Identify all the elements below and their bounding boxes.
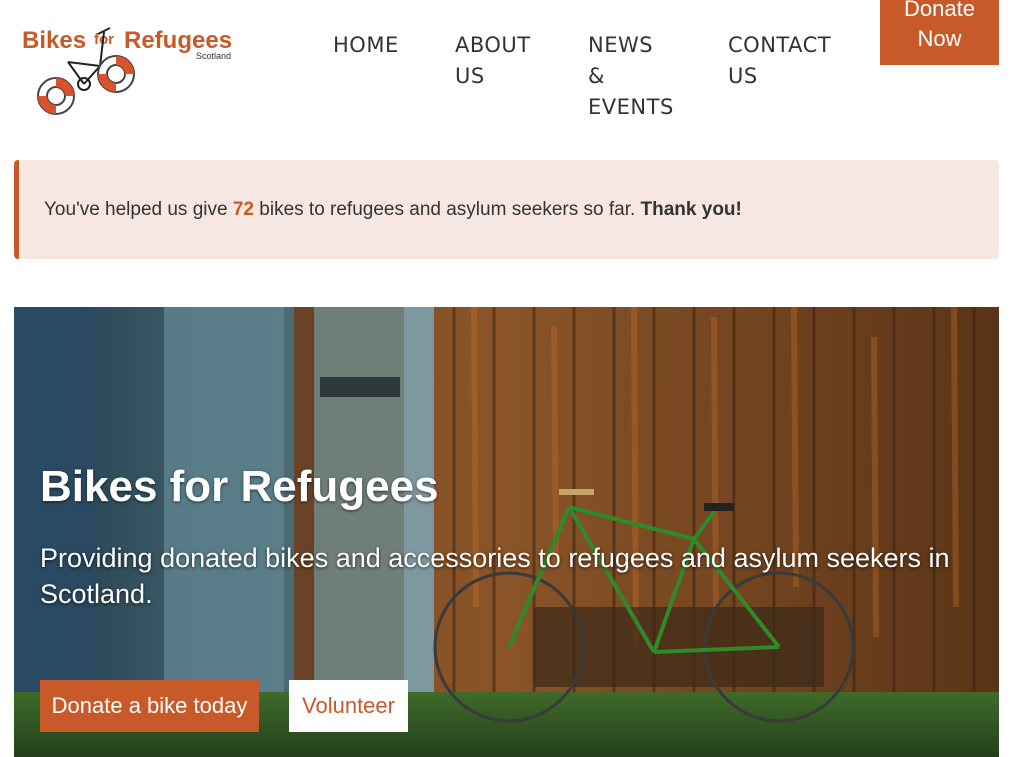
nav-contact-us[interactable]: CONTACT US (728, 30, 831, 92)
volunteer-button[interactable]: Volunteer (289, 680, 408, 732)
lifebuoy-icon (37, 77, 75, 115)
hero-subtitle: Providing donated bikes and accessories … (40, 543, 950, 609)
nav-news-events[interactable]: NEWS & EVENTS (588, 30, 674, 123)
bike-count-banner: You've helped us give 72 bikes to refuge… (14, 160, 999, 259)
hero-title: Bikes for Refugees (40, 462, 439, 511)
donate-now-label-line1: Donate (904, 0, 975, 21)
lifebuoy-icon (97, 55, 135, 93)
nav-about-us[interactable]: ABOUT US (455, 30, 531, 92)
nav-about-label-line1: ABOUT (455, 33, 531, 57)
nav-contact-label-line1: CONTACT (728, 33, 832, 57)
site-logo[interactable]: Bikes for Refugees Scotland (20, 22, 240, 122)
donate-bike-button[interactable]: Donate a bike today (40, 680, 259, 732)
site-header: Bikes for Refugees Scotland HOME ABOUT U… (0, 0, 1016, 140)
logo-text-scotland: Scotland (196, 51, 231, 61)
donate-now-button[interactable]: Donate Now (880, 0, 999, 65)
logo-text-refugees: Refugees (124, 27, 232, 54)
nav-news-label-line1: NEWS (588, 33, 654, 57)
bike-count: 72 (232, 199, 254, 220)
donate-now-label-line2: Now (917, 26, 962, 51)
hero-section: Bikes for Refugees Providing donated bik… (14, 307, 999, 757)
nav-news-label-line3: EVENTS (588, 95, 674, 119)
nav-home-label: HOME (333, 33, 399, 57)
nav-about-label-line2: US (455, 64, 485, 88)
nav-home[interactable]: HOME (333, 30, 399, 61)
banner-suffix: bikes to refugees and asylum seekers so … (254, 199, 641, 220)
banner-prefix: You've helped us give (44, 199, 233, 220)
nav-news-label-line2: & (588, 64, 605, 88)
banner-thanks: Thank you! (640, 199, 742, 220)
nav-contact-label-line2: US (728, 64, 758, 88)
logo-text-bikes: Bikes (22, 27, 86, 54)
